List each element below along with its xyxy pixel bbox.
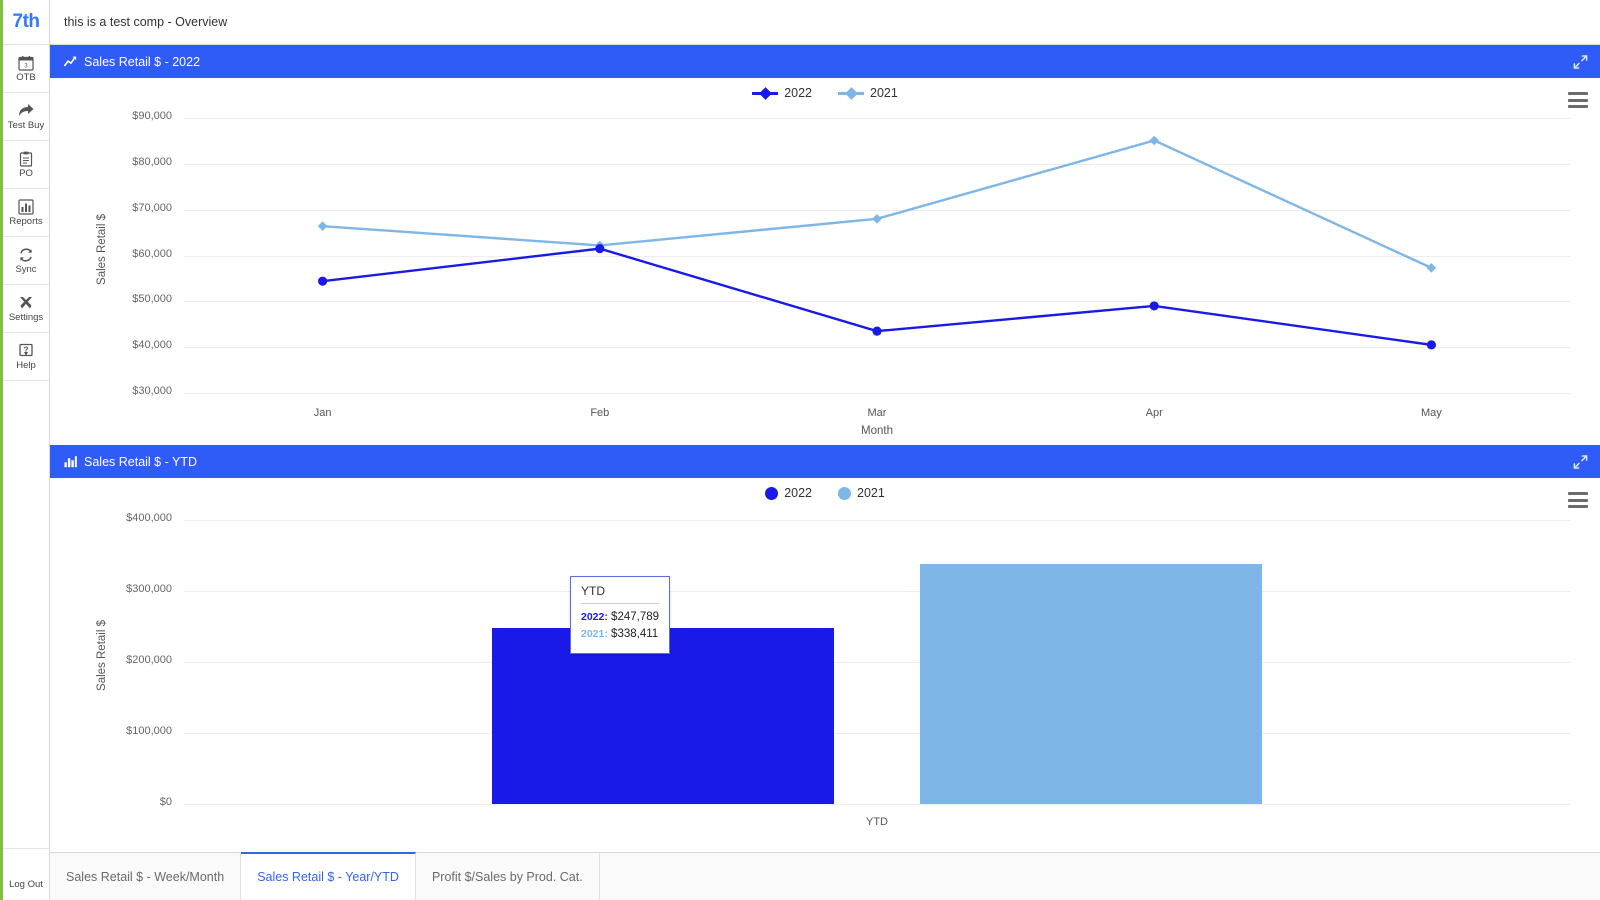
chart-legend-bar: 2022 2021 [50, 486, 1600, 500]
x-axis-tick: YTD [866, 816, 888, 828]
sidebar-item-label: OTB [16, 71, 36, 83]
tab-profit-sales-by-prod-cat[interactable]: Profit $/Sales by Prod. Cat. [415, 853, 600, 900]
sidebar-item-label: Sync [15, 263, 37, 275]
tooltip-row-key: 2022: [581, 611, 608, 624]
tooltip-row-value: $338,411 [607, 628, 659, 641]
sidebar-item-label: Log Out [9, 878, 43, 890]
bar-chart-plot: Sales Retail $ $0 $100,000 $200,000 $300,00… [50, 506, 1600, 852]
grid-line [184, 733, 1570, 734]
data-point-2022[interactable] [318, 276, 328, 286]
legend-marker-line [838, 87, 864, 100]
share-arrow-icon [18, 103, 34, 119]
tools-icon [18, 295, 34, 311]
data-point-2021[interactable] [1149, 135, 1160, 146]
line-chart-icon [64, 55, 77, 68]
data-point-2021[interactable] [317, 221, 328, 231]
calendar-icon: 3 [18, 55, 34, 71]
line-chart-plot: Sales Retail $ Month $30,000 $40,000 $50,0… [50, 106, 1600, 445]
sidebar-item-reports[interactable]: Reports [3, 189, 49, 237]
top-bar: this is a test comp - Overview [50, 0, 1600, 45]
sidebar-item-sync[interactable]: Sync [3, 237, 49, 285]
legend-marker-line [752, 87, 779, 100]
panel-body: 2022 2021 Sales Retail $ Month $30,000 $4… [50, 78, 1600, 445]
tooltip-row: 2021: $338,411 [581, 626, 659, 643]
page-title: this is a test comp - Overview [64, 15, 228, 29]
tooltip-title: YTD [581, 584, 605, 599]
clipboard-icon [18, 151, 34, 167]
tab-sales-retail-year-ytd[interactable]: Sales Retail $ - Year/YTD [241, 852, 416, 900]
legend-label: 2022 [784, 486, 812, 500]
sidebar-item-otb[interactable]: 3 OTB [3, 45, 49, 93]
data-point-2022[interactable] [872, 326, 882, 336]
data-point-2022[interactable] [1149, 301, 1159, 311]
expand-diagonal-icon[interactable] [1573, 454, 1588, 469]
main-area: this is a test comp - Overview Sales Ret… [50, 0, 1600, 900]
y-axis-tick: $100,000 [126, 725, 172, 737]
sidebar-item-test-buy[interactable]: Test Buy [3, 93, 49, 141]
panel-sales-retail-ytd: Sales Retail $ - YTD 2022 2021 Sales Ret… [50, 445, 1600, 852]
sidebar-item-label: Test Buy [7, 119, 45, 131]
tab-sales-retail-week-month[interactable]: Sales Retail $ - Week/Month [50, 853, 242, 900]
grid-line [184, 804, 1570, 805]
tooltip-row-value: $247,789 [607, 611, 660, 624]
legend-marker-dot [838, 486, 851, 500]
panel-sales-retail-2022: Sales Retail $ - 2022 2022 2021 Sales Re… [50, 45, 1600, 445]
sidebar: 7th 3 OTB Test Buy PO Reports Sync Setti… [0, 0, 50, 900]
sidebar-item-settings[interactable]: Settings [3, 285, 49, 333]
app-logo[interactable]: 7th [3, 0, 49, 45]
grid-line [184, 591, 1570, 592]
svg-text:?: ? [23, 344, 28, 354]
legend-item-2022[interactable]: 2022 [765, 486, 812, 500]
sidebar-item-label: Settings [8, 311, 44, 323]
help-box-icon: ? [18, 343, 34, 359]
panel-title: Sales Retail $ - 2022 [84, 54, 201, 69]
panel-header: Sales Retail $ - 2022 [50, 45, 1600, 78]
legend-label: 2022 [784, 86, 812, 100]
legend-marker-dot [765, 486, 779, 500]
chart-legend-line: 2022 2021 [50, 86, 1600, 100]
series-line-2021 [322, 139, 1432, 269]
svg-text:3: 3 [24, 63, 28, 69]
dashboard-content: Sales Retail $ - 2022 2022 2021 Sales Re… [50, 45, 1600, 852]
tooltip-separator [581, 603, 659, 605]
bar-2021[interactable] [920, 563, 1262, 804]
data-point-2022[interactable] [1426, 340, 1436, 350]
tooltip-row-key: 2021: [581, 628, 608, 641]
sidebar-item-label: Help [16, 359, 36, 371]
grid-line [184, 520, 1570, 521]
sidebar-item-help[interactable]: ? Help [3, 333, 49, 381]
panel-body: 2022 2021 Sales Retail $ $0 $100,000 $200,… [50, 478, 1600, 852]
bottom-tab-bar: Sales Retail $ - Week/Month Sales Retail… [50, 852, 1600, 900]
bar-chart-icon [64, 455, 77, 468]
y-axis-tick: $0 [159, 796, 172, 808]
tooltip-row: 2022: $247,789 [581, 609, 659, 626]
sidebar-item-label: Reports [9, 215, 43, 227]
chart-tooltip: YTD 2022: $247,789 2021: $338,411 [570, 576, 671, 654]
data-point-2022[interactable] [595, 244, 605, 254]
data-point-2021[interactable] [872, 214, 882, 224]
data-point-2021[interactable] [1426, 263, 1437, 273]
sync-icon [18, 247, 34, 263]
application-root: 7th 3 OTB Test Buy PO Reports Sync Setti… [0, 0, 1600, 900]
sidebar-item-po[interactable]: PO [3, 141, 49, 189]
y-axis-tick: $300,000 [126, 583, 172, 595]
y-axis-label: Sales Retail $ [96, 620, 108, 691]
grid-line [184, 662, 1570, 663]
legend-item-2022[interactable]: 2022 [752, 86, 812, 100]
bar-2022[interactable] [492, 628, 834, 804]
panel-header: Sales Retail $ - YTD [50, 445, 1600, 478]
y-axis-tick: $200,000 [126, 654, 172, 666]
panel-title: Sales Retail $ - YTD [84, 454, 198, 469]
legend-item-2021[interactable]: 2021 [838, 86, 898, 100]
sidebar-item-label: PO [19, 167, 33, 179]
sidebar-item-logout[interactable]: Log Out [3, 848, 49, 900]
line-series-layer [317, 135, 1437, 350]
legend-label: 2021 [870, 86, 898, 100]
legend-item-2021[interactable]: 2021 [838, 486, 885, 500]
bar-chart-icon [18, 199, 34, 215]
y-axis-tick: $400,000 [126, 512, 172, 524]
expand-diagonal-icon[interactable] [1573, 54, 1588, 69]
legend-label: 2021 [857, 486, 885, 500]
